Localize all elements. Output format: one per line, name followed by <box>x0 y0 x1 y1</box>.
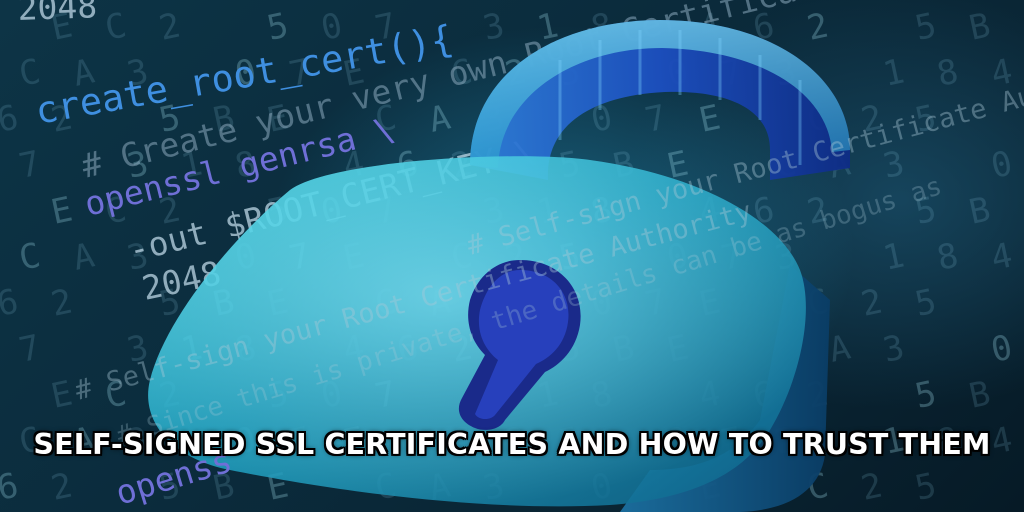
image-title: SELF-SIGNED SSL CERTIFICATES AND HOW TO … <box>33 428 991 461</box>
hero-image: EC25073184625BECA307EC25073184625BECA307… <box>0 0 1024 512</box>
code-line-10: # Self-sign your Root Certificate Author… <box>72 196 755 407</box>
